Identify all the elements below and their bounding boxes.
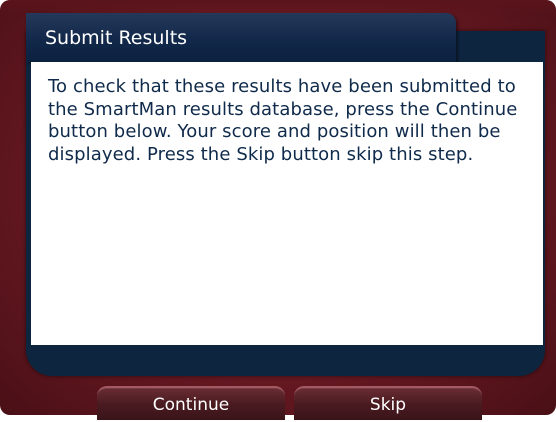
dialog-title: Submit Results	[45, 27, 188, 49]
dialog-message: To check that these results have been su…	[48, 76, 518, 165]
dialog-content-panel: To check that these results have been su…	[31, 62, 543, 345]
